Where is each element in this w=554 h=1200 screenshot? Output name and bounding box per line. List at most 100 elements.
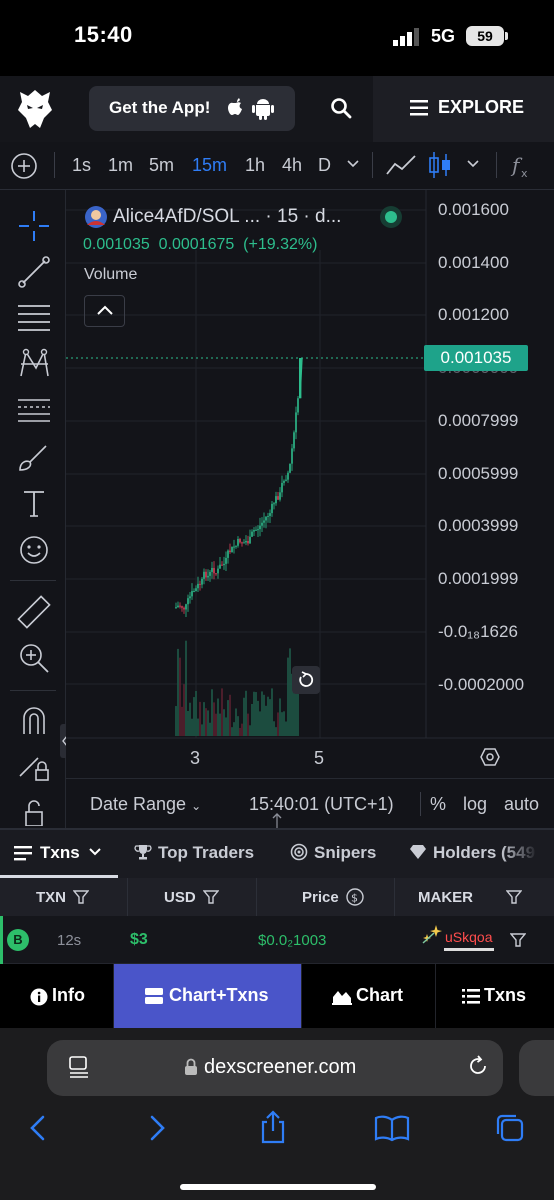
reader-mode-icon[interactable]	[67, 1055, 91, 1079]
network-type: 5G	[431, 26, 456, 46]
zoom-in-icon[interactable]	[16, 640, 52, 676]
next-tab-preview[interactable]	[519, 1040, 554, 1096]
fib-retracement-icon[interactable]	[16, 392, 52, 428]
timeframe-15m[interactable]: 15m	[192, 155, 227, 176]
volume-bar	[257, 700, 259, 736]
trendline-icon[interactable]	[16, 254, 52, 290]
auto-scale-toggle[interactable]: auto	[504, 794, 539, 815]
volume-bar	[277, 712, 279, 736]
back-icon[interactable]	[27, 1114, 49, 1142]
tabs-icon[interactable]	[494, 1112, 526, 1144]
battery-tip	[505, 32, 508, 40]
candle-body	[201, 578, 203, 585]
url-text[interactable]: dexscreener.com	[204, 1056, 356, 1079]
search-icon[interactable]	[330, 97, 352, 119]
toolbar-divider	[372, 152, 373, 178]
volume-bar	[215, 713, 217, 736]
volume-bar	[193, 697, 195, 736]
column-divider	[256, 878, 257, 916]
maker-address[interactable]: uSkqoa	[445, 929, 492, 945]
line-chart-icon[interactable]	[385, 152, 417, 178]
candle-body	[251, 531, 253, 537]
price-change-pct: (+19.32%)	[243, 236, 318, 253]
candle-body	[223, 563, 225, 566]
candle-body	[207, 575, 209, 578]
timeframe-4h[interactable]: 4h	[282, 155, 302, 176]
token-avatar-icon	[85, 206, 107, 228]
chevron-down-icon[interactable]	[466, 159, 480, 169]
chart-settings-icon[interactable]	[480, 747, 500, 767]
maker-underline	[444, 948, 494, 951]
horizontal-lines-icon[interactable]	[16, 300, 52, 336]
candle-body	[269, 513, 271, 516]
volume-bar	[247, 713, 249, 736]
txn-usd: $3	[130, 931, 148, 948]
volume-bar	[287, 657, 289, 736]
volume-bar	[267, 696, 269, 736]
volume-bar	[273, 721, 275, 736]
filter-maker-icon[interactable]	[510, 932, 526, 948]
nav-chart-label: Chart	[356, 985, 404, 1005]
ruler-icon[interactable]	[16, 594, 52, 630]
add-indicator-icon[interactable]	[10, 152, 38, 180]
candle-body	[287, 472, 289, 480]
fx-indicators-icon[interactable]: f x	[510, 152, 536, 180]
column-maker: MAKER	[418, 889, 473, 906]
lock-drawing-icon[interactable]	[16, 748, 52, 784]
explore-label: EXPLORE	[438, 97, 525, 117]
text-tool-icon[interactable]	[16, 486, 52, 522]
candle-body	[283, 480, 285, 483]
volume-bar	[213, 702, 215, 736]
volume-bar	[245, 690, 247, 736]
candle-body	[267, 515, 269, 517]
candle-body	[255, 529, 257, 531]
percent-scale-toggle[interactable]: %	[430, 794, 446, 815]
tab-txns[interactable]: Txns	[40, 843, 80, 863]
crosshair-icon[interactable]	[16, 208, 52, 244]
date-range-button[interactable]: Date Range ⌄	[90, 794, 201, 815]
bookmarks-icon[interactable]	[374, 1114, 410, 1142]
column-usd: USD	[164, 889, 196, 906]
filter-icon[interactable]	[506, 889, 522, 905]
brush-icon[interactable]	[16, 440, 52, 476]
volume-bar	[275, 727, 277, 736]
timeframe-1m[interactable]: 1m	[108, 155, 133, 176]
volume-bar	[195, 690, 197, 736]
target-icon	[290, 843, 308, 861]
txn-price: $0.0₂1003	[258, 932, 327, 949]
chevron-down-icon[interactable]	[346, 159, 360, 169]
magnet-icon[interactable]	[16, 702, 52, 738]
timeframe-5m[interactable]: 5m	[149, 155, 174, 176]
timeframe-d[interactable]: D	[318, 155, 331, 176]
get-app-label: Get the App!	[109, 98, 211, 117]
tab-top-traders[interactable]: Top Traders	[158, 843, 254, 863]
pair-title[interactable]: Alice4AfD/SOL ... · 15 · d...	[113, 206, 341, 228]
dollar-toggle-icon[interactable]: $	[346, 888, 364, 906]
filter-icon[interactable]	[73, 889, 89, 905]
candle-body	[229, 550, 231, 553]
timeframe-1s[interactable]: 1s	[72, 155, 91, 176]
candle-body	[221, 564, 223, 566]
volume-bar	[261, 691, 263, 736]
candle-body	[299, 358, 302, 399]
share-icon[interactable]	[258, 1110, 288, 1144]
emoji-icon[interactable]	[16, 532, 52, 568]
filter-icon[interactable]	[203, 889, 219, 905]
pattern-tool-icon[interactable]	[16, 346, 52, 382]
android-icon	[252, 99, 274, 120]
volume-bar	[271, 688, 273, 736]
reload-icon[interactable]	[466, 1054, 490, 1078]
unlock-icon[interactable]	[16, 796, 52, 826]
forward-icon[interactable]	[146, 1114, 168, 1142]
timeframe-1h[interactable]: 1h	[245, 155, 265, 176]
tab-snipers[interactable]: Snipers	[314, 843, 376, 863]
volume-bar	[183, 684, 185, 736]
volume-bar	[285, 721, 287, 736]
nav-info-label: Info	[52, 985, 85, 1005]
candle-body	[197, 583, 199, 589]
volume-label: Volume	[84, 266, 138, 283]
dexscreener-logo-icon[interactable]	[16, 88, 54, 130]
log-scale-toggle[interactable]: log	[463, 794, 487, 815]
candle-body	[215, 573, 217, 575]
candlestick-icon[interactable]	[428, 150, 452, 180]
